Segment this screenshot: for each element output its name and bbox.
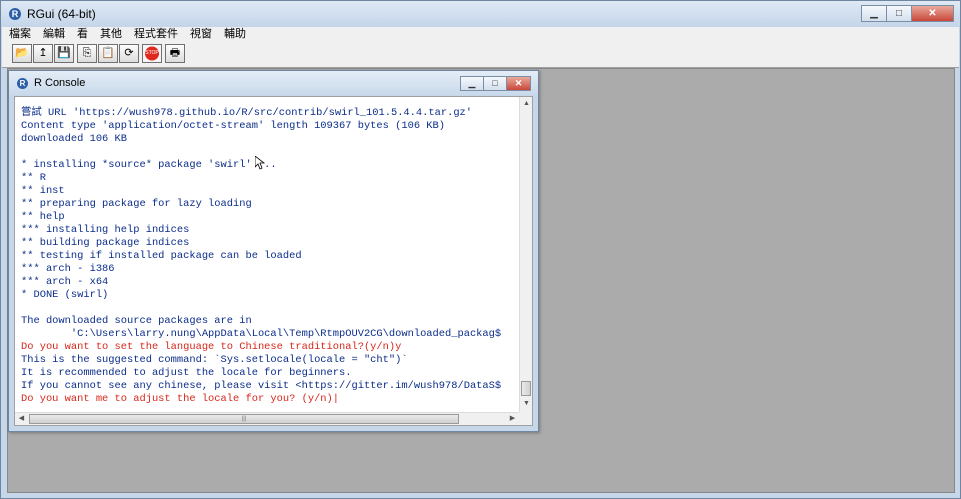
console-line: The downloaded source packages are in: [21, 315, 252, 327]
scroll-right-icon[interactable]: ▶: [507, 413, 518, 425]
refresh-icon[interactable]: ⟳: [119, 44, 139, 63]
console-line: *** installing help indices: [21, 224, 190, 236]
maximize-button[interactable]: □: [886, 5, 912, 22]
console-close-button[interactable]: ✕: [506, 76, 531, 91]
console-maximize-button[interactable]: □: [483, 76, 507, 91]
menu-windows[interactable]: 視窗: [183, 27, 217, 42]
save-icon[interactable]: 💾: [54, 44, 74, 63]
menu-view[interactable]: 看: [70, 27, 93, 42]
console-line: ** R: [21, 172, 46, 184]
vertical-scrollbar[interactable]: ▲ ▼: [519, 97, 532, 412]
console-line: ** help: [21, 211, 65, 223]
close-button[interactable]: ✕: [911, 5, 954, 22]
paste-icon[interactable]: 📋: [98, 44, 118, 63]
console-minimize-button[interactable]: ▁: [460, 76, 484, 91]
folder-open-icon[interactable]: 📂: [12, 44, 32, 63]
load-icon[interactable]: ↥: [33, 44, 53, 63]
r-logo-icon: R: [9, 8, 21, 20]
console-line: This is the suggested command: `Sys.setl…: [21, 354, 408, 366]
copy-icon[interactable]: ⎘: [77, 44, 97, 63]
console-line: ** building package indices: [21, 237, 190, 249]
menu-bar: 檔案 編輯 看 其他 程式套件 視窗 輔助: [2, 27, 959, 42]
console-line: 嘗試 URL 'https://wush978.github.io/R/src/…: [21, 107, 473, 119]
console-line: * installing *source* package 'swirl' ..…: [21, 159, 277, 171]
console-line: ** preparing package for lazy loading: [21, 198, 252, 210]
console-line: Do you want to set the language to Chine…: [21, 341, 402, 353]
scroll-down-icon[interactable]: ▼: [521, 398, 532, 410]
console-line: downloaded 106 KB: [21, 133, 128, 145]
console-line: *** arch - x64: [21, 276, 109, 288]
scroll-left-icon[interactable]: ◀: [16, 413, 27, 425]
stop-icon[interactable]: STOP: [142, 44, 162, 63]
console-line: ** testing if installed package can be l…: [21, 250, 302, 262]
toolbar: 📂 ↥ 💾 ⎘ 📋 ⟳ STOP 🖶: [2, 42, 959, 68]
console-line: It is recommended to adjust the locale f…: [21, 367, 352, 379]
app-title: RGui (64-bit): [27, 7, 96, 21]
vertical-scroll-thumb[interactable]: [521, 381, 531, 396]
console-line: If you cannot see any chinese, please vi…: [21, 380, 502, 392]
console-body[interactable]: 嘗試 URL 'https://wush978.github.io/R/src/…: [14, 96, 533, 426]
console-line: * DONE (swirl): [21, 289, 109, 301]
r-logo-icon: R: [17, 78, 28, 89]
console-line: Content type 'application/octet-stream' …: [21, 120, 446, 132]
console-output[interactable]: 嘗試 URL 'https://wush978.github.io/R/src/…: [15, 97, 520, 412]
horizontal-scrollbar[interactable]: ◀ ||| ▶: [15, 412, 520, 425]
menu-packages[interactable]: 程式套件: [127, 27, 183, 42]
menu-edit[interactable]: 編輯: [36, 27, 70, 42]
horizontal-scroll-thumb[interactable]: |||: [29, 414, 459, 424]
menu-misc[interactable]: 其他: [93, 27, 127, 42]
console-title: R Console: [34, 77, 86, 89]
minimize-button[interactable]: ▁: [861, 5, 887, 22]
menu-file[interactable]: 檔案: [2, 27, 36, 42]
mouse-pointer-icon: [255, 156, 265, 170]
console-titlebar[interactable]: R R Console ▁ □ ✕: [9, 71, 538, 95]
scroll-up-icon[interactable]: ▲: [521, 98, 532, 110]
print-icon[interactable]: 🖶: [165, 44, 185, 63]
scrollbar-corner: [519, 412, 532, 425]
console-line: Do you want me to adjust the locale for …: [21, 393, 340, 405]
console-line: *** arch - i386: [21, 263, 115, 275]
menu-help[interactable]: 輔助: [217, 27, 251, 42]
app-titlebar[interactable]: R RGui (64-bit) ▁ □ ✕: [1, 1, 960, 27]
console-line: 'C:\Users\larry.nung\AppData\Local\Temp\…: [21, 328, 502, 340]
console-line: ** inst: [21, 185, 65, 197]
r-console-window: R R Console ▁ □ ✕ 嘗試 URL 'https://wush97…: [8, 70, 539, 432]
rgui-window: R RGui (64-bit) ▁ □ ✕ 檔案 編輯 看 其他 程式套件 視窗…: [0, 0, 961, 499]
